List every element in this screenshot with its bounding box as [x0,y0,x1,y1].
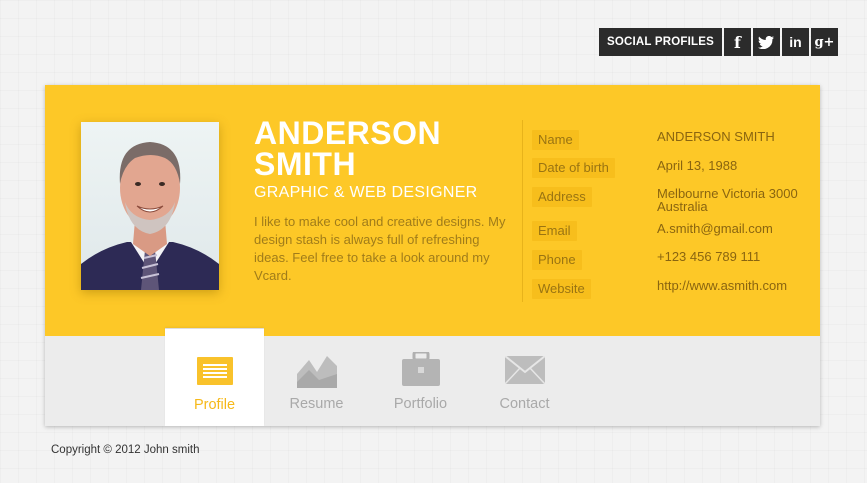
social-profiles-label: SOCIAL PROFILES [599,28,722,56]
tab-profile[interactable]: Profile [165,328,264,426]
info-label-address: Address [532,187,592,207]
briefcase-icon [401,350,440,391]
profile-hero: ANDERSON SMITH GRAPHIC & WEB DESIGNER I … [45,85,820,336]
info-value-address: Melbourne Victoria 3000 Australia [657,186,798,214]
envelope-icon [503,355,546,389]
social-profiles-bar: SOCIAL PROFILES f in g+ [599,28,838,56]
vcard: ANDERSON SMITH GRAPHIC & WEB DESIGNER I … [45,85,820,426]
profile-role: GRAPHIC & WEB DESIGNER [254,184,478,201]
info-label-dob: Date of birth [532,158,615,178]
last-name: SMITH [254,146,357,182]
profile-photo [81,122,219,290]
info-value-name: ANDERSON SMITH [657,129,775,144]
facebook-icon[interactable]: f [723,28,751,56]
twitter-icon[interactable] [752,28,780,56]
tab-bar: Profile Resume Portfolio Contact [45,328,820,426]
tab-resume[interactable]: Resume [267,328,366,426]
profile-name: ANDERSON SMITH [254,115,442,182]
tab-label-profile: Profile [193,397,236,413]
tab-contact[interactable]: Contact [475,328,574,426]
hero-divider [522,120,523,302]
info-label-website: Website [532,279,591,299]
google-plus-icon[interactable]: g+ [810,28,838,56]
info-value-dob: April 13, 1988 [657,158,738,173]
first-name: ANDERSON [254,115,442,151]
info-value-website[interactable]: http://www.asmith.com [657,279,817,292]
tab-label-resume: Resume [289,396,344,412]
copyright: Copyright © 2012 John smith [51,444,200,456]
info-label-email: Email [532,221,577,241]
tab-label-portfolio: Portfolio [393,396,448,412]
profile-icon [196,357,233,390]
info-label-name: Name [532,130,579,150]
linkedin-icon[interactable]: in [781,28,809,56]
info-value-phone: +123 456 789 111 [657,249,761,264]
profile-bio: I like to make cool and creative designs… [254,214,506,283]
tab-portfolio[interactable]: Portfolio [371,328,470,426]
tab-label-contact: Contact [499,396,550,412]
info-value-email[interactable]: A.smith@gmail.com [657,222,817,235]
resume-chart-icon [296,352,337,393]
info-label-phone: Phone [532,250,582,270]
